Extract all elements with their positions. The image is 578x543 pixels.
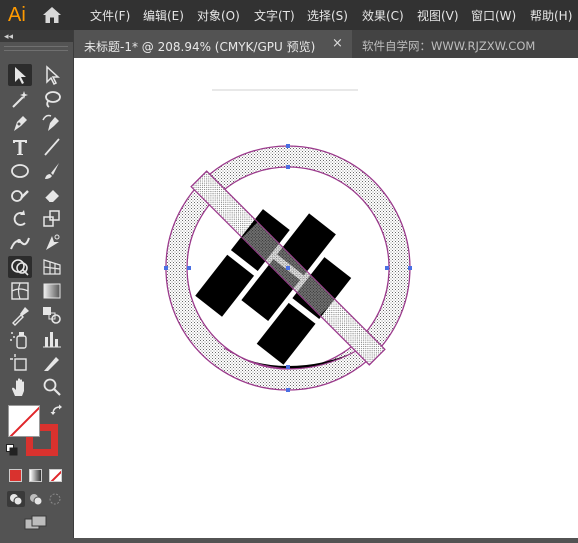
none-slash-icon <box>9 406 39 436</box>
ellipse-tool[interactable] <box>8 160 32 182</box>
artboard-icon <box>10 354 27 371</box>
selection-tool[interactable] <box>8 64 32 86</box>
document-tab-label: 未标题-1* @ 208.94% (CMYK/GPU 预览) <box>84 40 316 54</box>
menu-help[interactable]: 帮助(H) <box>530 7 572 24</box>
rotate-tool[interactable] <box>8 208 32 230</box>
gradient-mode-button[interactable] <box>29 469 42 482</box>
eraser-icon <box>44 190 59 203</box>
width-tool[interactable] <box>8 232 32 254</box>
paintbrush-icon <box>45 163 59 179</box>
line-segment-icon <box>44 138 60 156</box>
perspective-grid-tool[interactable] <box>40 256 64 278</box>
screen-mode-icon[interactable] <box>24 515 48 531</box>
zoom-magnifier-icon <box>43 378 61 396</box>
menu-edit[interactable]: 编辑(E) <box>143 7 184 24</box>
pen-tool[interactable] <box>8 112 32 134</box>
free-transform-tool[interactable] <box>40 232 64 254</box>
lasso-tool[interactable] <box>40 88 64 110</box>
column-graph-tool[interactable] <box>40 328 64 350</box>
eyedropper-tool[interactable] <box>8 304 32 326</box>
shaper-icon <box>11 190 29 202</box>
menu-effect[interactable]: 效果(C) <box>362 7 404 24</box>
toolbar-header: ◂◂ <box>0 30 73 42</box>
artboard-tool[interactable] <box>8 352 32 374</box>
gradient-icon <box>43 283 61 299</box>
shaper-tool[interactable] <box>8 184 32 206</box>
artboard-canvas[interactable] <box>74 58 578 538</box>
lasso-icon <box>45 91 61 108</box>
gradient-tool[interactable] <box>40 280 64 302</box>
selection-arrow-icon <box>15 67 26 84</box>
tools-panel: ◂◂ <box>0 30 74 538</box>
faint-guide <box>212 89 358 91</box>
rotate-icon <box>13 210 26 226</box>
symbol-sprayer-tool[interactable] <box>8 328 32 350</box>
free-transform-icon <box>46 234 60 250</box>
app-logo: Ai <box>8 4 26 26</box>
draw-modes <box>7 491 61 507</box>
zoom-tool[interactable] <box>40 376 64 398</box>
shape-builder-icon <box>11 259 29 276</box>
ellipse-icon <box>11 164 29 178</box>
scale-tool[interactable] <box>40 208 64 230</box>
slice-tool[interactable] <box>40 352 64 374</box>
document-tab-bar: 未标题-1* @ 208.94% (CMYK/GPU 预览) × 软件自学网：W… <box>74 30 578 58</box>
hand-tool[interactable] <box>8 376 32 398</box>
curvature-tool[interactable] <box>40 112 64 134</box>
blend-icon <box>43 307 61 324</box>
home-icon[interactable] <box>42 6 62 24</box>
symbol-sprayer-icon <box>10 332 27 349</box>
magic-wand-icon <box>12 91 28 108</box>
swap-colors-icon[interactable] <box>50 404 64 418</box>
pen-nib-icon <box>14 116 27 131</box>
mesh-icon <box>11 282 29 300</box>
magic-wand-tool[interactable] <box>8 88 32 110</box>
none-slash-icon <box>50 470 61 481</box>
type-t-icon <box>13 140 27 155</box>
panel-grip[interactable] <box>4 46 68 51</box>
blend-tool[interactable] <box>40 304 64 326</box>
color-mode-button[interactable] <box>9 469 22 482</box>
hand-icon <box>12 378 24 396</box>
perspective-grid-icon <box>43 259 61 275</box>
artwork <box>164 89 412 392</box>
column-graph-icon <box>43 332 61 348</box>
watermark-text: 软件自学网：WWW.RJZXW.COM <box>362 39 536 53</box>
width-icon <box>10 237 30 250</box>
default-colors-icon[interactable] <box>6 444 18 456</box>
direct-selection-icon <box>46 65 60 86</box>
document-tab[interactable]: 未标题-1* @ 208.94% (CMYK/GPU 预览) × <box>74 30 352 58</box>
menu-bar: Ai 文件(F) 编辑(E) 对象(O) 文字(T) 选择(S) 效果(C) 视… <box>0 0 578 30</box>
scale-icon <box>43 210 60 227</box>
eraser-tool[interactable] <box>40 184 64 206</box>
mesh-tool[interactable] <box>8 280 32 302</box>
menu-window[interactable]: 窗口(W) <box>471 7 516 24</box>
line-segment-tool[interactable] <box>40 136 64 158</box>
menu-type[interactable]: 文字(T) <box>254 7 295 24</box>
direct-selection-tool[interactable] <box>40 64 64 86</box>
menu-select[interactable]: 选择(S) <box>307 7 348 24</box>
menu-view[interactable]: 视图(V) <box>417 7 459 24</box>
menu-file[interactable]: 文件(F) <box>90 7 130 24</box>
close-icon[interactable]: × <box>332 36 343 51</box>
none-mode-button[interactable] <box>49 469 62 482</box>
slice-knife-icon <box>44 357 59 371</box>
collapse-panel-icon[interactable]: ◂◂ <box>4 30 13 42</box>
type-tool[interactable] <box>8 136 32 158</box>
fill-color-swatch[interactable] <box>8 405 40 437</box>
menu-object[interactable]: 对象(O) <box>197 7 240 24</box>
eyedropper-icon <box>12 307 29 326</box>
curvature-pen-icon <box>42 114 59 131</box>
paintbrush-tool[interactable] <box>40 160 64 182</box>
shape-builder-tool[interactable] <box>8 256 32 278</box>
